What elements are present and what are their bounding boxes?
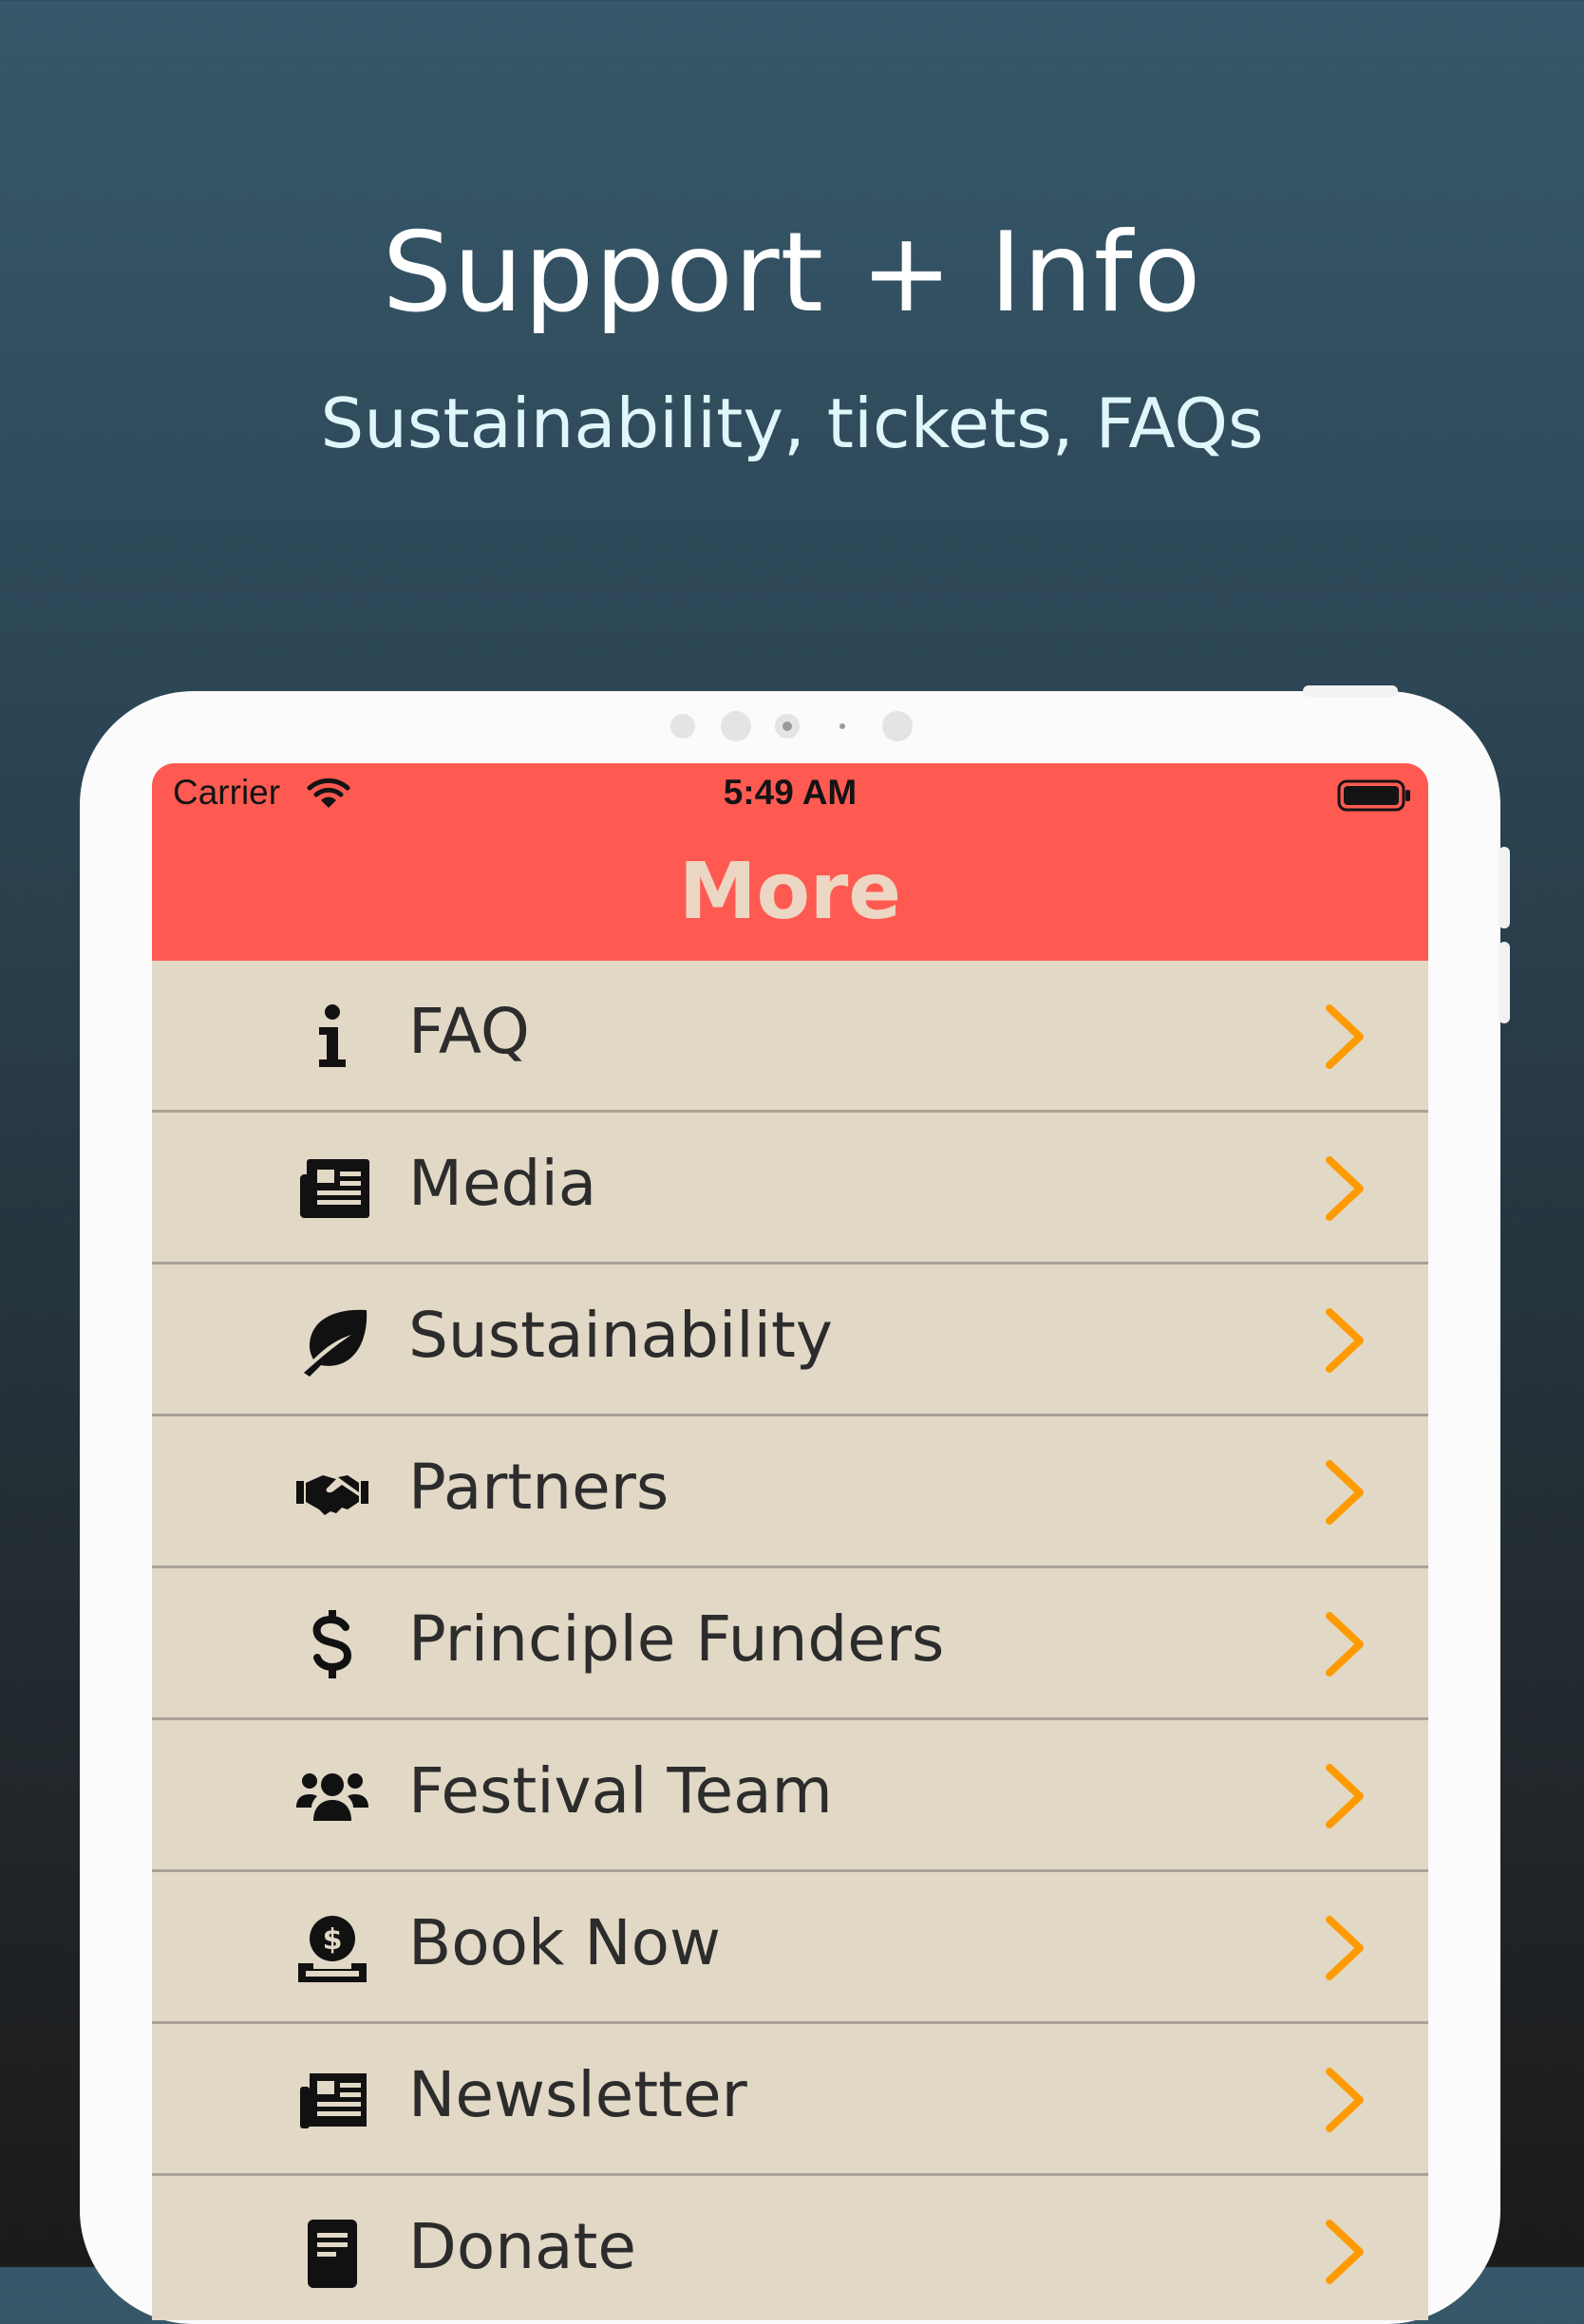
menu-item-donate[interactable]: Donate — [152, 2176, 1428, 2320]
chevron-right-icon — [1316, 2062, 1373, 2138]
menu-item-partners[interactable]: Partners — [152, 1416, 1428, 1568]
chevron-right-icon — [1316, 1758, 1373, 1834]
device-volume-down-button — [1499, 942, 1510, 1023]
app-screen: Carrier 5:49 AM More FAQ Media Sustainab… — [152, 763, 1428, 2320]
menu-item-media[interactable]: Media — [152, 1113, 1428, 1265]
users-icon — [294, 1758, 370, 1834]
more-menu-list: FAQ Media Sustainability Partners Princi… — [152, 961, 1428, 2320]
menu-item-label: Donate — [408, 2210, 636, 2283]
sensor-dot — [882, 711, 913, 741]
menu-item-label: Newsletter — [408, 2058, 747, 2131]
chevron-right-icon — [1316, 1606, 1373, 1682]
battery-icon — [1337, 779, 1410, 812]
chevron-right-icon — [1316, 1454, 1373, 1530]
menu-item-label: Festival Team — [408, 1754, 833, 1827]
newspaper-icon — [294, 1151, 370, 1227]
menu-item-label: Book Now — [408, 1906, 721, 1979]
chevron-right-icon — [1316, 2214, 1373, 2290]
camera-icon — [775, 714, 800, 739]
device-volume-up-button — [1499, 847, 1510, 928]
menu-item-label: Principle Funders — [408, 1602, 945, 1676]
device-top-button — [1303, 685, 1398, 697]
chevron-right-icon — [1316, 1303, 1373, 1378]
sensor-dot — [839, 723, 845, 729]
handshake-icon — [294, 1454, 370, 1530]
hero-title: Support + Info — [382, 209, 1202, 337]
menu-item-label: FAQ — [408, 995, 530, 1068]
navigation-bar: Carrier 5:49 AM More — [152, 763, 1428, 961]
donate-coin-icon: $ — [294, 1910, 370, 1986]
info-icon — [294, 999, 370, 1075]
menu-item-festival-team[interactable]: Festival Team — [152, 1720, 1428, 1872]
status-time: 5:49 AM — [723, 773, 858, 812]
menu-item-sustainability[interactable]: Sustainability — [152, 1265, 1428, 1416]
dollar-icon — [294, 1606, 370, 1682]
menu-item-book-now[interactable]: $ Book Now — [152, 1872, 1428, 2024]
receipt-icon — [294, 2214, 370, 2290]
newspaper-icon — [294, 2062, 370, 2138]
leaf-icon — [294, 1303, 370, 1378]
menu-item-newsletter[interactable]: Newsletter — [152, 2024, 1428, 2176]
menu-item-principle-funders[interactable]: Principle Funders — [152, 1568, 1428, 1720]
svg-text:$: $ — [323, 1923, 343, 1957]
chevron-right-icon — [1316, 999, 1373, 1075]
menu-item-faq[interactable]: FAQ — [152, 961, 1428, 1113]
menu-item-label: Sustainability — [408, 1299, 833, 1372]
menu-item-label: Media — [408, 1147, 597, 1220]
hero-subtitle: Sustainability, tickets, FAQs — [320, 384, 1264, 463]
chevron-right-icon — [1316, 1151, 1373, 1227]
sensor-dot — [670, 714, 695, 739]
page-title: More — [679, 847, 901, 937]
chevron-right-icon — [1316, 1910, 1373, 1986]
sensor-dot — [721, 711, 751, 741]
menu-item-label: Partners — [408, 1451, 669, 1524]
